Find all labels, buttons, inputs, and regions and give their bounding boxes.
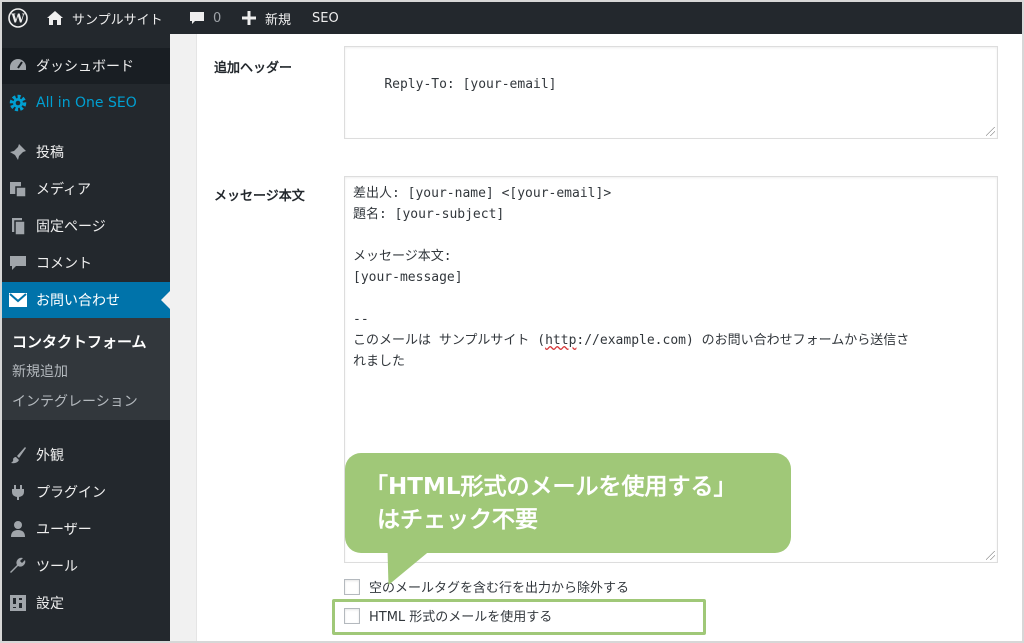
- message-body-label: メッセージ本文: [214, 189, 305, 204]
- sidebar-label: お問い合わせ: [36, 293, 120, 309]
- sidebar-label: メディア: [36, 182, 92, 198]
- resize-grip-icon[interactable]: [986, 551, 995, 560]
- sidebar-item-plugins[interactable]: プラグイン: [2, 474, 170, 510]
- site-name: サンプルサイト: [72, 12, 163, 28]
- sidebar-label: ダッシュボード: [36, 59, 134, 75]
- svg-text:W: W: [10, 12, 25, 26]
- sidebar-item-all-in-one-seo[interactable]: All in One SEO: [2, 85, 170, 121]
- site-name-link[interactable]: サンプルサイト: [46, 2, 163, 34]
- sidebar-item-contact[interactable]: お問い合わせ: [2, 282, 170, 318]
- settings-icon: [8, 593, 28, 613]
- comments-link[interactable]: 0: [189, 2, 221, 34]
- additional-headers-label: 追加ヘッダー: [214, 61, 293, 76]
- message-line: --: [353, 312, 369, 327]
- comment-bubble-icon: [190, 12, 204, 24]
- sidebar-item-pages[interactable]: 固定ページ: [2, 208, 170, 244]
- comment-icon: [8, 253, 28, 273]
- dashboard-icon: [8, 56, 28, 76]
- wordpress-logo-icon[interactable]: W: [8, 2, 28, 34]
- callout-line-2: はチェック不要: [377, 507, 538, 533]
- spellcheck-word: http: [545, 333, 577, 348]
- additional-headers-textarea[interactable]: Reply-To: [your-email]: [344, 46, 998, 139]
- message-line: [your-message]: [353, 270, 463, 285]
- sidebar-label: コメント: [36, 256, 92, 272]
- media-icon: [8, 179, 28, 199]
- sidebar-item-comments[interactable]: コメント: [2, 245, 170, 281]
- admin-bar: W サンプルサイト 0 新規 SEO: [2, 2, 1022, 34]
- message-line: [353, 225, 989, 246]
- sidebar-label: ツール: [36, 559, 78, 575]
- submenu-contact-forms[interactable]: コンタクトフォーム: [12, 331, 147, 352]
- admin-sidebar: ダッシュボード All in One SEO 投稿 メディア 固定ページ コメン…: [2, 34, 170, 641]
- sidebar-label: 固定ページ: [36, 219, 106, 235]
- message-line: れました: [353, 354, 406, 369]
- message-text: このメールは サンプルサイト (: [353, 333, 546, 348]
- message-line: このメールは サンプルサイト (http://example.com) のお問い…: [353, 330, 989, 351]
- additional-headers-value: Reply-To: [your-email]: [384, 77, 557, 92]
- sidebar-item-settings[interactable]: 設定: [2, 585, 170, 621]
- message-line: メッセージ本文:: [353, 249, 452, 264]
- sidebar-label: 設定: [36, 596, 64, 612]
- sidebar-item-media[interactable]: メディア: [2, 171, 170, 207]
- sidebar-item-users[interactable]: ユーザー: [2, 511, 170, 547]
- message-line: [353, 288, 989, 309]
- sidebar-label: 外観: [36, 448, 64, 464]
- sidebar-item-appearance[interactable]: 外観: [2, 437, 170, 473]
- pin-icon: [8, 142, 28, 162]
- submenu-integration[interactable]: インテグレーション: [12, 391, 138, 411]
- sidebar-item-posts[interactable]: 投稿: [2, 134, 170, 170]
- sidebar-item-tools[interactable]: ツール: [2, 548, 170, 584]
- sidebar-label: 投稿: [36, 145, 64, 161]
- wrench-icon: [8, 556, 28, 576]
- submenu-add-new[interactable]: 新規追加: [12, 361, 68, 381]
- comment-count: 0: [213, 10, 222, 26]
- gear-icon: [8, 93, 28, 113]
- home-icon: [47, 11, 63, 25]
- exclude-empty-tags-checkbox[interactable]: [344, 578, 360, 595]
- message-line: 差出人: [your-name] <[your-email]>: [353, 186, 612, 201]
- new-label: 新規: [265, 12, 292, 28]
- annotation-callout: 「HTML形式のメールを使用する」 はチェック不要: [345, 453, 791, 553]
- sidebar-item-dashboard[interactable]: ダッシュボード: [2, 48, 170, 84]
- wordpress-admin-screen: W サンプルサイト 0 新規 SEO ダッシュボード All in One SE…: [2, 2, 1022, 641]
- seo-label: SEO: [312, 10, 339, 26]
- mail-icon: [8, 290, 28, 310]
- message-line: 題名: [your-subject]: [353, 207, 505, 222]
- sidebar-label: プラグイン: [36, 485, 106, 501]
- plus-icon: [242, 11, 256, 25]
- sidebar-label: ユーザー: [36, 522, 92, 538]
- resize-grip-icon[interactable]: [986, 127, 995, 136]
- user-icon: [8, 519, 28, 539]
- new-content-link[interactable]: 新規: [242, 2, 291, 34]
- contact-submenu: コンタクトフォーム 新規追加 インテグレーション: [2, 318, 170, 420]
- plugin-icon: [8, 482, 28, 502]
- annotation-highlight-box: [332, 599, 706, 635]
- callout-line-1: 「HTML形式のメールを使用する」: [365, 474, 737, 500]
- seo-menu-link[interactable]: SEO: [312, 2, 339, 34]
- sidebar-label: All in One SEO: [36, 95, 137, 111]
- brush-icon: [8, 445, 28, 465]
- page-icon: [8, 216, 28, 236]
- message-text: ://example.com) のお問い合わせフォームから送信さ: [576, 333, 910, 348]
